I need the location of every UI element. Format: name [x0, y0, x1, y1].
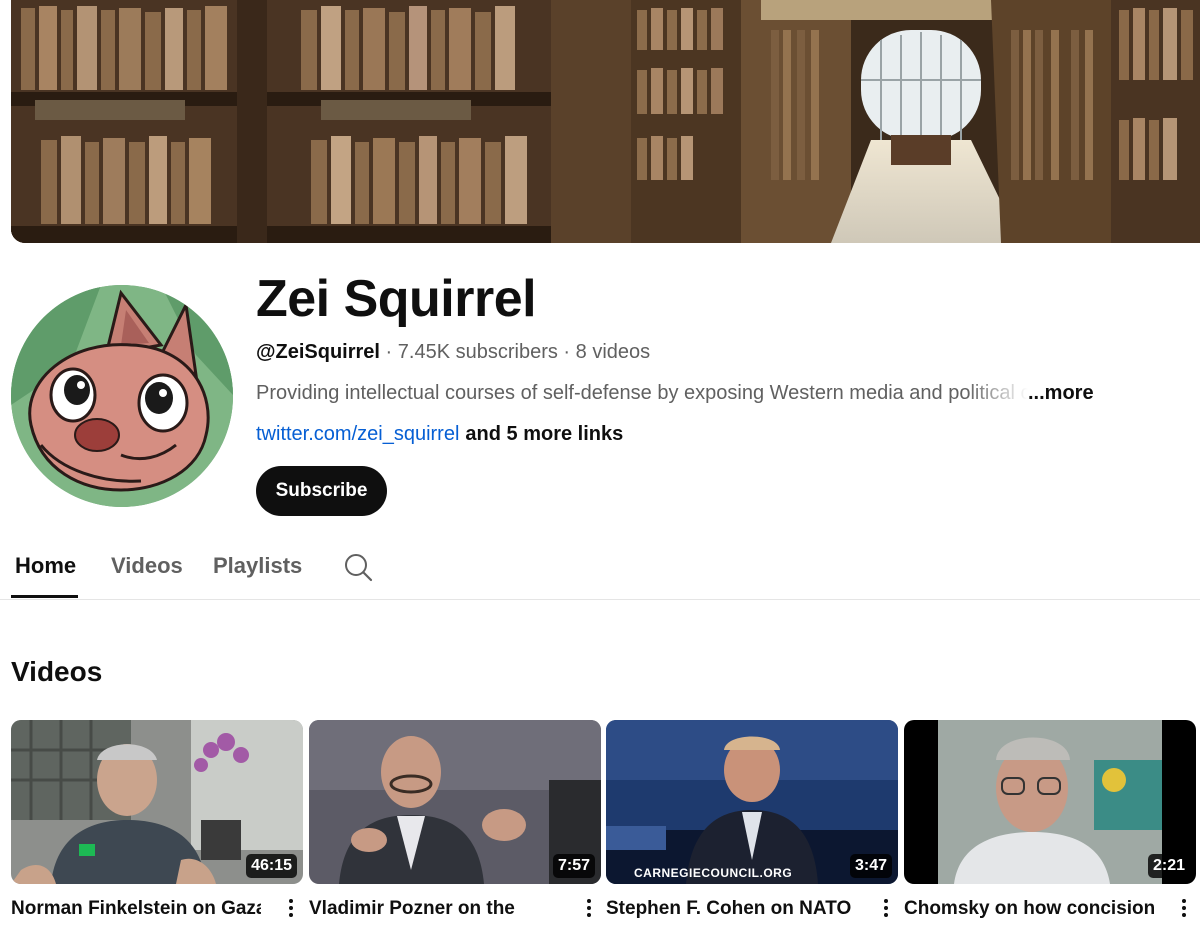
twitter-link[interactable]: twitter.com/zei_squirrel	[256, 423, 459, 445]
more-options-icon[interactable]	[874, 896, 898, 920]
video-card[interactable]: 7:57 Vladimir Pozner on the	[309, 720, 601, 919]
tab-playlists[interactable]: Playlists	[213, 552, 302, 580]
video-thumbnail[interactable]: CARNEGIECOUNCIL.ORG 3:47	[606, 720, 898, 884]
more-options-icon[interactable]	[577, 896, 601, 920]
more-options-icon[interactable]	[279, 896, 303, 920]
video-title[interactable]: Chomsky on how concision	[904, 896, 1154, 922]
subscribe-button[interactable]: Subscribe	[256, 466, 387, 516]
channel-links: twitter.com/zei_squirrel and 5 more links	[256, 420, 623, 448]
video-thumbnail[interactable]: 46:15	[11, 720, 303, 884]
description-more-button[interactable]: ...more	[1028, 382, 1094, 404]
video-thumbnail[interactable]: 7:57	[309, 720, 601, 884]
search-icon[interactable]	[343, 552, 373, 582]
video-title[interactable]: Norman Finkelstein on Gaza	[11, 896, 261, 922]
video-card[interactable]: CARNEGIECOUNCIL.ORG 3:47 Stephen F. Cohe…	[606, 720, 898, 919]
subscriber-count: 7.45K subscribers	[397, 341, 558, 363]
active-tab-indicator	[11, 595, 78, 598]
video-duration: 46:15	[246, 854, 297, 878]
video-thumbnail[interactable]: 2:21	[904, 720, 1196, 884]
video-count: 8 videos	[575, 341, 651, 363]
channel-handle: @ZeiSquirrel	[256, 341, 380, 363]
channel-meta: @ZeiSquirrel · 7.45K subscribers · 8 vid…	[256, 338, 650, 366]
video-card[interactable]: 2:21 Chomsky on how concision	[904, 720, 1196, 919]
video-duration: 2:21	[1147, 854, 1190, 878]
meta-separator: ·	[385, 341, 393, 363]
video-duration: 7:57	[552, 854, 595, 878]
tab-videos[interactable]: Videos	[111, 552, 183, 580]
video-duration: 3:47	[849, 854, 892, 878]
channel-banner	[11, 0, 1200, 243]
more-links-button[interactable]: and 5 more links	[465, 423, 623, 445]
video-title[interactable]: Vladimir Pozner on the	[309, 896, 559, 922]
channel-description[interactable]: Providing intellectual courses of self-d…	[256, 379, 1186, 407]
description-text: Providing intellectual courses of self-d…	[256, 382, 1028, 404]
channel-avatar[interactable]	[11, 285, 233, 507]
section-title: Videos	[11, 656, 103, 687]
video-card[interactable]: 46:15 Norman Finkelstein on Gaza	[11, 720, 303, 919]
tab-home[interactable]: Home	[15, 552, 76, 580]
channel-tabs: Home Videos Playlists	[0, 540, 1200, 600]
video-title[interactable]: Stephen F. Cohen on NATO	[606, 896, 856, 922]
channel-name: Zei Squirrel	[256, 270, 537, 328]
more-options-icon[interactable]	[1172, 896, 1196, 920]
meta-separator: ·	[563, 341, 571, 363]
thumbnail-caption: CARNEGIECOUNCIL.ORG	[634, 866, 793, 880]
